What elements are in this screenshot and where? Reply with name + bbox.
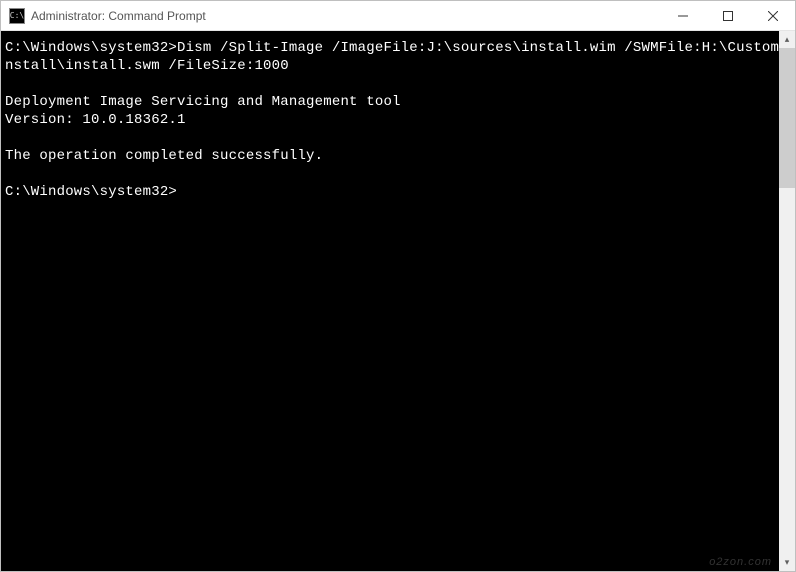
cmd-icon: C:\: [9, 8, 25, 24]
scroll-track[interactable]: [779, 48, 795, 554]
output-line-2: Version: 10.0.18362.1: [5, 112, 186, 128]
command-prompt-window: C:\ Administrator: Command Prompt C:\Win…: [0, 0, 796, 572]
minimize-button[interactable]: [660, 1, 705, 30]
prompt-1: C:\Windows\system32>: [5, 40, 177, 56]
maximize-icon: [723, 11, 733, 21]
maximize-button[interactable]: [705, 1, 750, 30]
window-controls: [660, 1, 795, 30]
blank-line: [5, 129, 791, 147]
cmd-icon-text: C:\: [10, 11, 24, 20]
scroll-thumb[interactable]: [779, 48, 795, 188]
vertical-scrollbar[interactable]: ▴ ▾: [779, 31, 795, 571]
minimize-icon: [678, 11, 688, 21]
close-button[interactable]: [750, 1, 795, 30]
blank-line: [5, 165, 791, 183]
terminal-output[interactable]: C:\Windows\system32>Dism /Split-Image /I…: [1, 31, 795, 571]
scroll-up-arrow-icon[interactable]: ▴: [779, 31, 795, 48]
scroll-down-arrow-icon[interactable]: ▾: [779, 554, 795, 571]
close-icon: [768, 11, 778, 21]
window-title: Administrator: Command Prompt: [31, 9, 660, 23]
blank-line: [5, 75, 791, 93]
output-line-3: The operation completed successfully.: [5, 148, 323, 164]
titlebar[interactable]: C:\ Administrator: Command Prompt: [1, 1, 795, 31]
prompt-2: C:\Windows\system32>: [5, 184, 177, 200]
output-line-1: Deployment Image Servicing and Managemen…: [5, 94, 401, 110]
